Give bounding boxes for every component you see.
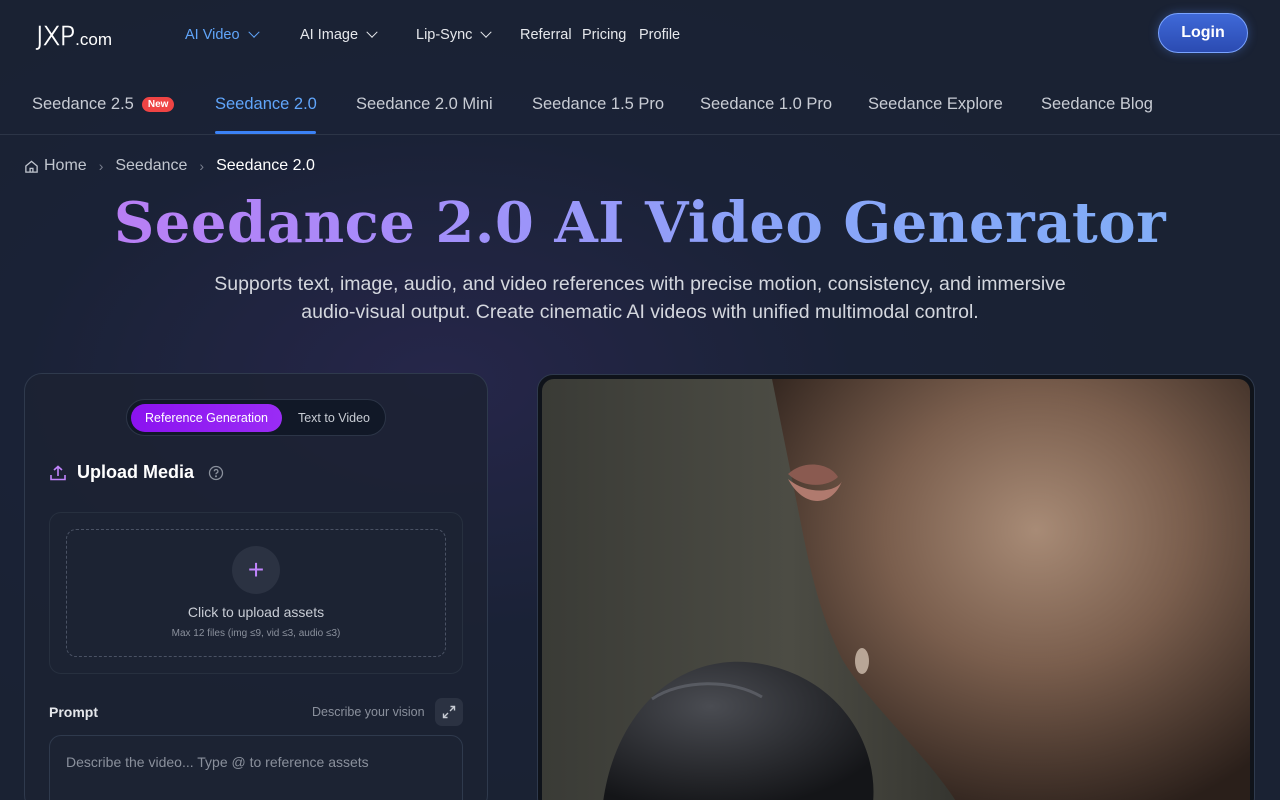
boxer-illustration (603, 379, 1250, 800)
tab-seedance-2-0-mini[interactable]: Seedance 2.0 Mini (356, 95, 493, 114)
nav-lip-sync[interactable]: Lip-Sync (416, 26, 493, 43)
prompt-label: Prompt (49, 704, 98, 720)
new-badge: New (141, 97, 175, 112)
help-icon[interactable] (208, 465, 224, 481)
mode-text-to-video[interactable]: Text to Video (285, 404, 383, 432)
page-subtitle: Supports text, image, audio, and video r… (214, 273, 1066, 323)
upload-header: Upload Media (49, 462, 224, 483)
chevron-right-icon: › (98, 158, 104, 174)
preview-video[interactable] (542, 379, 1250, 800)
chevron-down-icon (247, 26, 260, 38)
nav-ai-image[interactable]: AI Image (300, 26, 378, 43)
breadcrumb: Home › Seedance › Seedance 2.0 (24, 157, 315, 175)
tab-seedance-1-0-pro[interactable]: Seedance 1.0 Pro (700, 95, 832, 114)
chevron-down-icon (366, 26, 378, 38)
breadcrumb-current: Seedance 2.0 (216, 157, 315, 174)
plus-icon[interactable]: + (232, 546, 280, 594)
expand-button[interactable] (435, 698, 463, 726)
mode-reference-generation[interactable]: Reference Generation (131, 404, 282, 432)
upload-limits: Max 12 files (img ≤9, vid ≤3, audio ≤3) (171, 628, 341, 639)
logo-mark: JXP (36, 22, 76, 53)
chevron-down-icon (480, 26, 493, 38)
nav-profile[interactable]: Profile (639, 27, 680, 43)
page-title: Seedance 2.0 AI Video Generator (0, 190, 1280, 256)
tab-seedance-blog[interactable]: Seedance Blog (1041, 95, 1153, 114)
tab-seedance-explore[interactable]: Seedance Explore (868, 95, 1003, 114)
active-tab-indicator (215, 131, 316, 134)
nav-pricing[interactable]: Pricing (582, 27, 626, 43)
model-tabs: Seedance 2.5 New Seedance 2.0 Seedance 2… (0, 72, 1280, 135)
preview-video-frame (537, 374, 1255, 800)
expand-icon (442, 705, 456, 719)
tab-label: Seedance 2.5 (32, 95, 134, 113)
upload-cta[interactable]: Click to upload assets (66, 604, 446, 620)
upload-media-title: Upload Media (77, 462, 195, 482)
chevron-right-icon: › (199, 158, 205, 174)
login-button[interactable]: Login (1158, 13, 1248, 53)
tab-seedance-1-5-pro[interactable]: Seedance 1.5 Pro (532, 95, 664, 114)
tab-seedance-2-5[interactable]: Seedance 2.5 New (32, 95, 175, 114)
mode-toggle: Reference Generation Text to Video (126, 399, 386, 436)
breadcrumb-parent[interactable]: Seedance (115, 157, 187, 175)
logo-domain: .com (75, 30, 113, 49)
nav-ai-image-label: AI Image (300, 27, 359, 43)
site-logo[interactable]: JXP .com (36, 22, 113, 53)
tab-seedance-2-0[interactable]: Seedance 2.0 (215, 95, 317, 114)
prompt-input[interactable]: Describe the video... Type @ to referenc… (49, 735, 463, 800)
breadcrumb-home[interactable]: Home (44, 157, 87, 175)
nav-referral[interactable]: Referral (520, 27, 572, 43)
home-icon (25, 159, 38, 173)
nav-ai-video[interactable]: AI Video (185, 26, 260, 43)
nav-ai-video-label: AI Video (185, 27, 240, 43)
prompt-hint: Describe your vision (312, 705, 425, 719)
nav-lip-sync-label: Lip-Sync (416, 27, 473, 43)
top-nav: JXP .com AI Video AI Image Lip-Sync Refe… (0, 0, 1280, 72)
upload-icon (50, 464, 66, 480)
